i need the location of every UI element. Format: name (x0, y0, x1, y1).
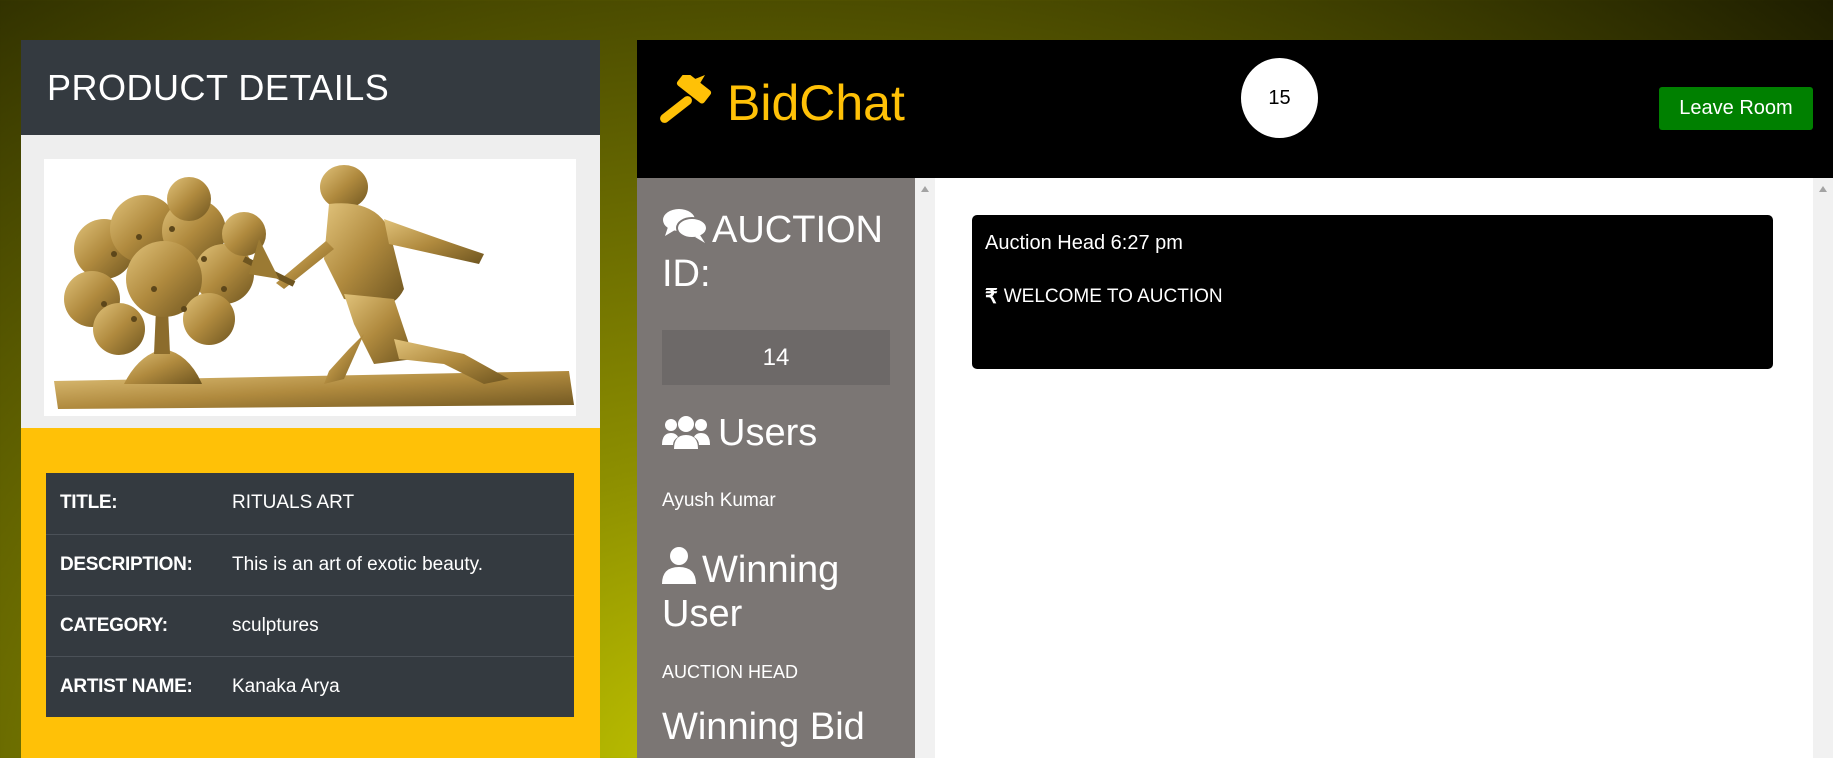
rupee-icon: ₹ (985, 286, 998, 308)
hammer-icon (660, 75, 712, 123)
user-list-item: Ayush Kumar (662, 490, 776, 511)
chat-header: BidChat 15 Leave Room (637, 40, 1833, 178)
table-row: TITLE: RITUALS ART (46, 473, 574, 534)
message-body: ₹ WELCOME TO AUCTION (985, 284, 1760, 309)
messages-scrollbar[interactable] (1813, 178, 1833, 758)
product-info-area: TITLE: RITUALS ART DESCRIPTION: This is … (21, 428, 600, 758)
message-text: WELCOME TO AUCTION (1003, 285, 1223, 307)
chat-message: Auction Head 6:27 pm ₹ WELCOME TO AUCTIO… (972, 215, 1773, 369)
title-label: TITLE: (60, 492, 118, 514)
category-label: CATEGORY: (60, 614, 168, 636)
table-row: CATEGORY: sculptures (46, 595, 574, 656)
description-value: This is an art of exotic beauty. (232, 553, 483, 575)
artist-name-label: ARTIST NAME: (60, 675, 193, 697)
messages-area[interactable]: Auction Head 6:27 pm ₹ WELCOME TO AUCTIO… (935, 178, 1813, 758)
table-row: ARTIST NAME: Kanaka Arya (46, 656, 574, 717)
description-label: DESCRIPTION: (60, 553, 193, 575)
user-icon (662, 547, 696, 584)
chat-sidebar[interactable]: AUCTION ID: 14 Users Ayush Kumar Winning… (637, 178, 915, 758)
auction-id-value: 14 (662, 330, 890, 385)
product-details-header: PRODUCT DETAILS (21, 40, 600, 135)
category-value: sculptures (232, 614, 319, 636)
winning-user-value: AUCTION HEAD (662, 662, 799, 682)
chat-panel: BidChat 15 Leave Room AUCTION ID: 14 Use… (637, 40, 1833, 758)
scroll-up-arrow-icon[interactable] (1819, 186, 1827, 192)
winning-bid-heading: Winning Bid (662, 706, 865, 748)
brand[interactable]: BidChat (655, 74, 905, 132)
product-details-panel: PRODUCT DETAILS TITLE: RITUALS ART DESCR… (21, 40, 600, 758)
leave-room-button[interactable]: Leave Room (1659, 87, 1813, 130)
product-image (44, 159, 576, 416)
brand-name: BidChat (727, 75, 905, 131)
comments-icon (663, 209, 708, 243)
message-meta: Auction Head 6:27 pm (985, 232, 1183, 254)
scroll-up-arrow-icon[interactable] (921, 186, 929, 192)
product-details-title: PRODUCT DETAILS (47, 66, 390, 108)
table-row: DESCRIPTION: This is an art of exotic be… (46, 534, 574, 595)
title-value: RITUALS ART (232, 492, 355, 514)
product-info-table: TITLE: RITUALS ART DESCRIPTION: This is … (46, 473, 574, 717)
artist-name-value: Kanaka Arya (232, 675, 340, 697)
countdown-badge: 15 (1241, 58, 1318, 138)
product-image-wrapper (21, 135, 600, 428)
users-heading: Users (662, 411, 817, 455)
sculpture-image (54, 165, 574, 409)
auction-id-heading: AUCTION ID: (662, 206, 902, 296)
users-icon (662, 416, 710, 449)
users-label: Users (718, 412, 818, 454)
winning-user-heading: Winning User (662, 546, 902, 636)
sidebar-scrollbar[interactable] (915, 178, 935, 758)
